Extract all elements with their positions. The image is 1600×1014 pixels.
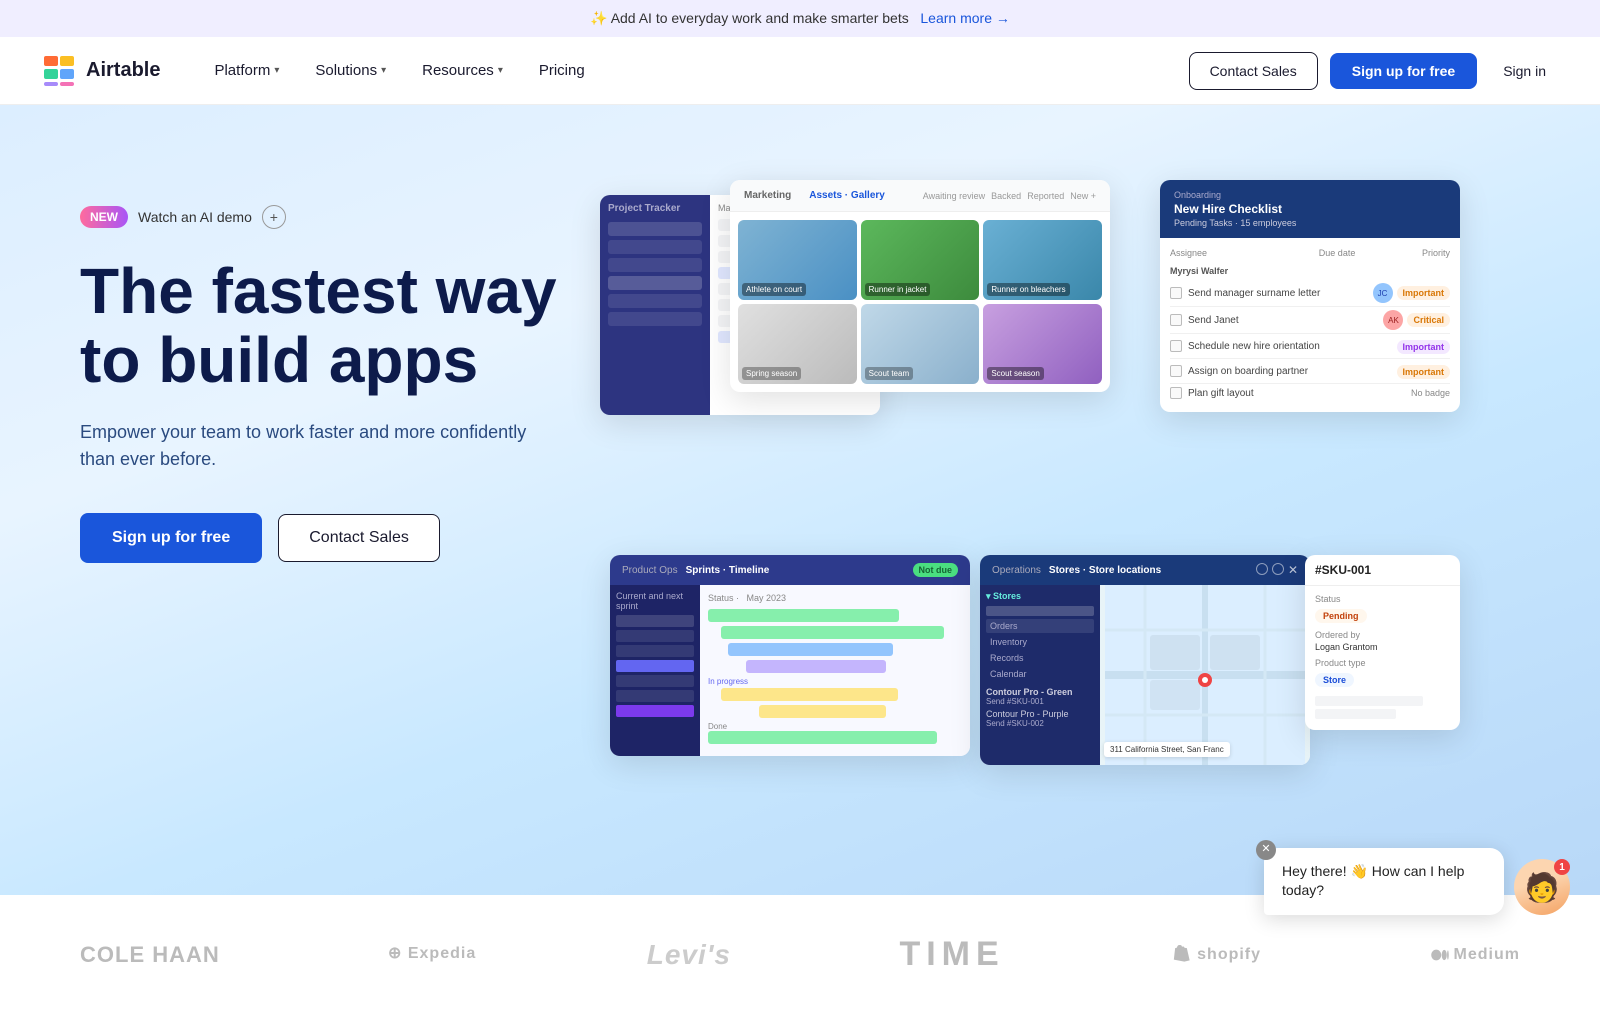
hero-section: NEW Watch an AI demo + The fastest way t… — [0, 105, 1600, 895]
svg-text:⊕ Expedia: ⊕ Expedia — [388, 945, 476, 962]
chat-avatar-container[interactable]: 🧑 1 — [1514, 859, 1570, 915]
chat-bubble[interactable]: ✕ Hey there! 👋 How can I help today? — [1264, 848, 1504, 915]
nav-platform[interactable]: Platform ▾ — [200, 54, 293, 87]
brand-time: TIME — [899, 935, 1004, 974]
nav-pricing[interactable]: Pricing — [525, 54, 599, 87]
timeline-card: Product Ops Sprints · Timeline Not due C… — [610, 555, 970, 756]
hero-title: The fastest way to build apps — [80, 257, 560, 395]
sku-detail-card: #SKU-001 Status Pending Ordered by Logan… — [1305, 555, 1460, 730]
nav-links: Platform ▾ Solutions ▾ Resources ▾ Prici… — [200, 54, 1188, 87]
gallery-grid: Athlete on court Runner in jacket Runner… — [730, 212, 1110, 392]
store-locations-card: Operations Stores · Store locations ✕ ▾ … — [980, 555, 1310, 765]
gallery-card: Marketing Assets · Gallery Awaiting revi… — [730, 180, 1110, 392]
brand-medium: Medium — [1430, 945, 1520, 965]
contact-hero-button[interactable]: Contact Sales — [278, 514, 440, 562]
hero-right: Project Tracker Marketing campaign progr… — [600, 165, 1520, 865]
banner-icon: ✨ — [590, 10, 607, 26]
new-badge: NEW — [80, 206, 128, 228]
new-badge-text: Watch an AI demo — [138, 209, 252, 225]
resources-chevron-icon: ▾ — [498, 65, 503, 76]
brand-expedia: ⊕ Expedia — [388, 940, 478, 969]
chat-close-button[interactable]: ✕ — [1256, 840, 1276, 860]
platform-chevron-icon: ▾ — [274, 65, 279, 76]
navbar: Airtable Platform ▾ Solutions ▾ Resource… — [0, 37, 1600, 105]
contact-sales-nav-button[interactable]: Contact Sales — [1189, 52, 1318, 90]
signup-nav-button[interactable]: Sign up for free — [1330, 53, 1477, 89]
solutions-chevron-icon: ▾ — [381, 65, 386, 76]
brand-shopify: shopify — [1173, 945, 1261, 965]
signup-hero-button[interactable]: Sign up for free — [80, 513, 262, 563]
nav-solutions[interactable]: Solutions ▾ — [301, 54, 400, 87]
chat-notification-badge: 1 — [1554, 859, 1570, 875]
hero-actions: Sign up for free Contact Sales — [80, 513, 560, 563]
new-badge-container: NEW Watch an AI demo + — [80, 205, 560, 229]
brand-levis: Levi's — [647, 939, 731, 971]
banner-text: Add AI to everyday work and make smarter… — [611, 10, 909, 26]
new-badge-plus-button[interactable]: + — [262, 205, 286, 229]
store-map-svg — [1100, 585, 1310, 765]
brand-cole-haan: COLE HAAN — [80, 942, 220, 968]
onboarding-card: Onboarding New Hire Checklist Pending Ta… — [1160, 180, 1460, 412]
chat-widget: ✕ Hey there! 👋 How can I help today? 🧑 1 — [1264, 848, 1570, 915]
hero-subtitle: Empower your team to work faster and mor… — [80, 419, 560, 473]
logo-text: Airtable — [86, 59, 160, 82]
hero-left: NEW Watch an AI demo + The fastest way t… — [80, 165, 560, 563]
airtable-logo-icon — [40, 52, 78, 90]
signin-button[interactable]: Sign in — [1489, 53, 1560, 89]
top-banner: ✨ Add AI to everyday work and make smart… — [0, 0, 1600, 37]
banner-link[interactable]: Learn more → — [920, 10, 1009, 26]
logo-link[interactable]: Airtable — [40, 52, 160, 90]
nav-resources[interactable]: Resources ▾ — [408, 54, 517, 87]
nav-actions: Contact Sales Sign up for free Sign in — [1189, 52, 1560, 90]
chat-message: Hey there! 👋 How can I help today? — [1282, 863, 1464, 899]
